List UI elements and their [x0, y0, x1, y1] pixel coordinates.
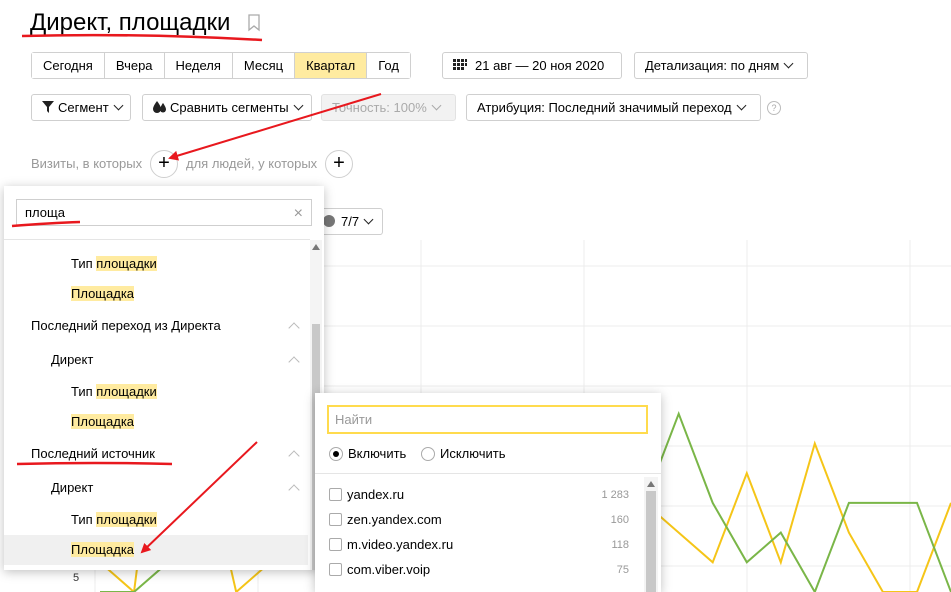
- segment-button[interactable]: Сегмент: [31, 94, 131, 121]
- checkbox-icon: [329, 538, 342, 551]
- option-row[interactable]: m.video.yandex.ru 118: [329, 535, 629, 560]
- row-highlight: площадки: [96, 384, 157, 399]
- clear-icon[interactable]: ×: [294, 201, 303, 226]
- scroll-up-icon[interactable]: [647, 481, 655, 487]
- tree-item-placement-type[interactable]: Тип площадки: [4, 377, 308, 407]
- series-dot-icon: [323, 215, 335, 227]
- chevron-down-icon: [363, 214, 374, 225]
- row-highlight: Площадка: [71, 286, 135, 301]
- tree-group-last-source[interactable]: Последний источник: [4, 439, 308, 469]
- row-text: Тип: [71, 384, 97, 399]
- attribution-label: Атрибуция: Последний значимый переход: [477, 100, 732, 115]
- row-text: Директ: [51, 480, 94, 495]
- tree-item-placement-selected[interactable]: Площадка: [4, 535, 308, 565]
- option-count: 160: [610, 514, 629, 526]
- exclude-label: Исключить: [440, 446, 506, 461]
- row-highlight: площадки: [96, 256, 157, 271]
- tab-today[interactable]: Сегодня: [32, 53, 105, 78]
- checkbox-icon: [329, 513, 342, 526]
- drops-icon: [153, 101, 166, 113]
- option-label: yandex.ru: [347, 487, 405, 502]
- option-row[interactable]: yandex.ru 1 283: [329, 485, 629, 510]
- compare-label: Сравнить сегменты: [170, 100, 289, 115]
- tree-item-placement[interactable]: Площадка: [4, 279, 308, 309]
- chevron-down-icon: [113, 100, 124, 111]
- add-people-filter-button[interactable]: +: [325, 150, 353, 178]
- chevron-up-icon: [288, 484, 300, 496]
- chevron-down-icon: [293, 100, 304, 111]
- tab-quarter[interactable]: Квартал: [295, 53, 368, 78]
- chevron-up-icon: [288, 450, 300, 462]
- chevron-down-icon: [431, 100, 442, 111]
- row-text: Последний переход из Директа: [31, 318, 221, 333]
- bookmark-icon[interactable]: [247, 14, 261, 32]
- exclude-radio[interactable]: Исключить: [421, 445, 506, 463]
- row-highlight: Площадка: [71, 542, 135, 557]
- tree-item-placement[interactable]: Площадка: [4, 407, 308, 437]
- row-text: Тип: [71, 512, 97, 527]
- compare-segments-button[interactable]: Сравнить сегменты: [142, 94, 312, 121]
- scrollbar-thumb[interactable]: [646, 491, 656, 592]
- search-value: площа: [25, 205, 65, 220]
- divider: [315, 473, 661, 474]
- page-title: Директ, площадки: [30, 9, 231, 36]
- checkbox-icon: [329, 563, 342, 576]
- y-tick-label: 5: [73, 572, 80, 584]
- scroll-up-icon[interactable]: [312, 244, 320, 250]
- tab-year[interactable]: Год: [367, 53, 410, 78]
- series-toggle[interactable]: 7/7: [316, 208, 383, 235]
- dimension-search-input[interactable]: площа ×: [16, 199, 312, 226]
- checkbox-icon: [329, 488, 342, 501]
- visits-filter-label: Визиты, в которых: [31, 156, 143, 171]
- add-visit-filter-button[interactable]: +: [150, 150, 178, 178]
- option-count: 1 283: [601, 489, 629, 501]
- date-range-button[interactable]: 21 авг — 20 ноя 2020: [442, 52, 622, 79]
- tree-group-last-direct-click[interactable]: Последний переход из Директа: [4, 311, 308, 341]
- detail-select[interactable]: Детализация: по дням: [634, 52, 808, 79]
- chevron-up-icon: [288, 322, 300, 334]
- include-radio[interactable]: Включить: [329, 445, 406, 463]
- tab-yesterday[interactable]: Вчера: [104, 53, 165, 78]
- period-tabs: Сегодня Вчера Неделя Месяц Квартал Год: [31, 52, 411, 79]
- series-count: 7/7: [341, 214, 360, 229]
- detail-label: Детализация: по дням: [645, 58, 780, 73]
- row-text: Директ: [51, 352, 94, 367]
- date-range-label: 21 авг — 20 ноя 2020: [475, 58, 605, 73]
- chevron-up-icon: [288, 356, 300, 368]
- tree-item-placement-type[interactable]: Тип площадки: [4, 249, 308, 279]
- dimension-search-panel: площа × Тип площадки Площадка Последний …: [4, 186, 324, 570]
- option-count: 118: [611, 539, 629, 551]
- tree-group-direct[interactable]: Директ: [4, 473, 308, 503]
- radio-off-icon: [421, 447, 435, 461]
- include-label: Включить: [348, 446, 407, 461]
- radio-on-icon: [329, 447, 343, 461]
- option-label: m.video.yandex.ru: [347, 537, 454, 552]
- filter-icon: [42, 101, 54, 113]
- row-highlight: Площадка: [71, 414, 135, 429]
- row-text: Последний источник: [31, 446, 155, 461]
- attribution-select[interactable]: Атрибуция: Последний значимый переход: [466, 94, 761, 121]
- option-row[interactable]: zen.yandex.com 160: [329, 510, 629, 535]
- row-text: Тип: [71, 256, 97, 271]
- tab-month[interactable]: Месяц: [232, 53, 296, 78]
- tree-item-placement-type[interactable]: Тип площадки: [4, 505, 308, 535]
- tab-week[interactable]: Неделя: [164, 53, 233, 78]
- accuracy-label: Точность: 100%: [332, 100, 427, 115]
- help-icon[interactable]: ?: [767, 101, 781, 115]
- values-search-input[interactable]: Найти: [327, 405, 648, 434]
- placement-values-panel: Найти Включить Исключить yandex.ru 1 283 …: [315, 393, 661, 592]
- people-filter-label: для людей, у которых: [186, 156, 318, 171]
- option-row[interactable]: com.viber.voip 75: [329, 560, 629, 585]
- tree-group-direct[interactable]: Директ: [4, 345, 308, 375]
- option-count: 75: [616, 564, 629, 576]
- segment-label: Сегмент: [58, 100, 109, 115]
- option-label: zen.yandex.com: [347, 512, 442, 527]
- chevron-down-icon: [783, 58, 794, 69]
- accuracy-select[interactable]: Точность: 100%: [321, 94, 456, 121]
- calendar-icon: [453, 59, 467, 70]
- chevron-down-icon: [736, 100, 747, 111]
- divider: [4, 239, 310, 240]
- row-highlight: площадки: [96, 512, 157, 527]
- option-label: com.viber.voip: [347, 562, 431, 577]
